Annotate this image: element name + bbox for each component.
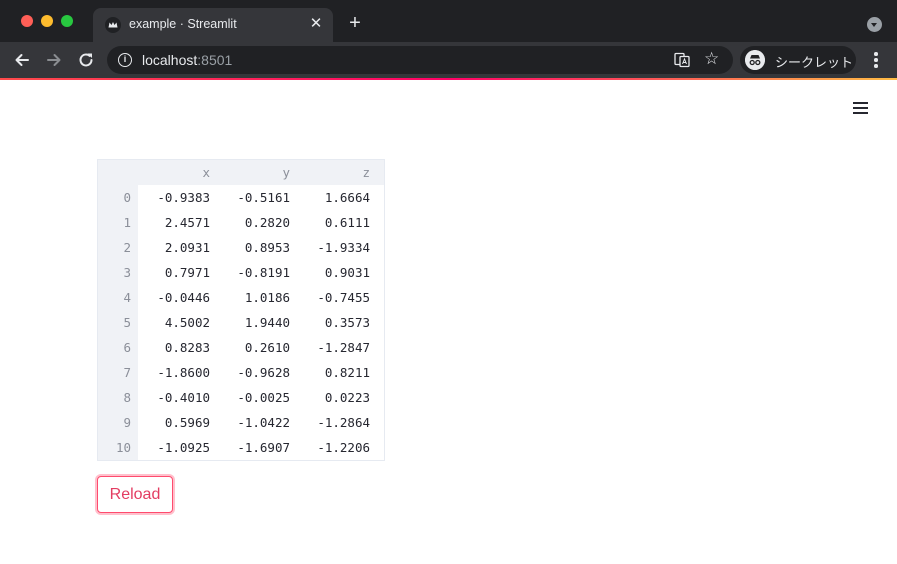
index-header xyxy=(98,160,138,185)
cell-z: 0.6111 xyxy=(324,215,370,230)
cell-y: -0.5161 xyxy=(237,190,290,205)
streamlit-accent-bar xyxy=(0,78,897,80)
incognito-badge[interactable]: シークレット xyxy=(740,46,856,74)
row-index: 6 xyxy=(98,335,138,360)
cell-y: 1.9440 xyxy=(244,315,290,330)
incognito-icon xyxy=(745,50,765,70)
kebab-menu-icon[interactable] xyxy=(866,50,886,70)
reload-icon[interactable] xyxy=(75,49,97,71)
table-row: 7 -1.8600 -0.9628 0.8211 xyxy=(98,360,384,385)
cell-x: 0.5969 xyxy=(164,415,210,430)
cell-z: -1.9334 xyxy=(317,240,370,255)
tab-title: example · Streamlit xyxy=(129,17,237,31)
column-header-x: x xyxy=(202,165,210,180)
table-row: 3 0.7971 -0.8191 0.9031 xyxy=(98,260,384,285)
close-window-button[interactable] xyxy=(21,15,33,27)
browser-tab-active[interactable]: example · Streamlit ✕ xyxy=(93,8,333,42)
cell-y: -0.0025 xyxy=(237,390,290,405)
cell-x: 0.8283 xyxy=(164,340,210,355)
column-header-z: z xyxy=(362,165,370,180)
star-icon[interactable]: ☆ xyxy=(704,49,719,69)
row-index: 5 xyxy=(98,310,138,335)
cell-z: 0.9031 xyxy=(324,265,370,280)
cell-y: 0.2820 xyxy=(244,215,290,230)
cell-z: 1.6664 xyxy=(324,190,370,205)
cell-z: 0.3573 xyxy=(324,315,370,330)
row-index: 10 xyxy=(98,435,138,460)
table-row: 2 2.0931 0.8953 -1.9334 xyxy=(98,235,384,260)
browser-toolbar: i localhost:8501 ☆ シークレット xyxy=(0,42,897,78)
table-row: 6 0.8283 0.2610 -1.2847 xyxy=(98,335,384,360)
cell-x: 4.5002 xyxy=(164,315,210,330)
cell-y: -0.9628 xyxy=(237,365,290,380)
cell-x: 2.0931 xyxy=(164,240,210,255)
dataframe-header: x y z xyxy=(98,160,384,185)
cell-y: -1.0422 xyxy=(237,415,290,430)
hamburger-icon[interactable] xyxy=(852,100,870,116)
url-text[interactable]: localhost:8501 xyxy=(142,52,232,68)
cell-x: 0.7971 xyxy=(164,265,210,280)
zoom-window-button[interactable] xyxy=(61,15,73,27)
new-tab-button[interactable]: + xyxy=(344,12,366,34)
translate-icon[interactable] xyxy=(674,52,690,68)
cell-x: 2.4571 xyxy=(164,215,210,230)
cell-z: -1.2864 xyxy=(317,415,370,430)
row-index: 8 xyxy=(98,385,138,410)
incognito-label: シークレット xyxy=(775,55,854,70)
browser-titlebar: example · Streamlit ✕ + xyxy=(0,0,897,42)
row-index: 3 xyxy=(98,260,138,285)
streamlit-crown-icon xyxy=(105,17,121,33)
cell-z: -1.2847 xyxy=(317,340,370,355)
row-index: 7 xyxy=(98,360,138,385)
cell-z: 0.8211 xyxy=(324,365,370,380)
cell-x: -0.0446 xyxy=(157,290,210,305)
cell-z: -1.2206 xyxy=(317,440,370,455)
cell-y: 1.0186 xyxy=(244,290,290,305)
minimize-window-button[interactable] xyxy=(41,15,53,27)
back-arrow-icon[interactable] xyxy=(11,49,33,71)
table-row: 9 0.5969 -1.0422 -1.2864 xyxy=(98,410,384,435)
cell-z: -0.7455 xyxy=(317,290,370,305)
dataframe: x y z 0 -0.9383 -0.5161 1.6664 1 2.4571 0.2820… xyxy=(97,159,385,461)
cell-x: -1.8600 xyxy=(157,365,210,380)
cell-y: -1.6907 xyxy=(237,440,290,455)
table-row: 8 -0.4010 -0.0025 0.0223 xyxy=(98,385,384,410)
row-index: 0 xyxy=(98,185,138,210)
tab-close-icon[interactable]: ✕ xyxy=(307,15,325,33)
table-row: 0 -0.9383 -0.5161 1.6664 xyxy=(98,185,384,210)
tab-search-icon[interactable] xyxy=(867,17,882,32)
cell-y: 0.2610 xyxy=(244,340,290,355)
address-bar[interactable]: i localhost:8501 ☆ xyxy=(107,46,733,74)
table-row: 1 2.4571 0.2820 0.6111 xyxy=(98,210,384,235)
table-row: 4 -0.0446 1.0186 -0.7455 xyxy=(98,285,384,310)
cell-x: -0.4010 xyxy=(157,390,210,405)
row-index: 9 xyxy=(98,410,138,435)
reload-button[interactable]: Reload xyxy=(97,476,173,513)
row-index: 1 xyxy=(98,210,138,235)
table-row: 10 -1.0925 -1.6907 -1.2206 xyxy=(98,435,384,460)
table-row: 5 4.5002 1.9440 0.3573 xyxy=(98,310,384,335)
forward-arrow-icon[interactable] xyxy=(43,49,65,71)
cell-y: 0.8953 xyxy=(244,240,290,255)
row-index: 4 xyxy=(98,285,138,310)
column-header-y: y xyxy=(282,165,290,180)
cell-x: -0.9383 xyxy=(157,190,210,205)
row-index: 2 xyxy=(98,235,138,260)
cell-z: 0.0223 xyxy=(324,390,370,405)
cell-x: -1.0925 xyxy=(157,440,210,455)
cell-y: -0.8191 xyxy=(237,265,290,280)
info-icon[interactable]: i xyxy=(118,53,132,67)
